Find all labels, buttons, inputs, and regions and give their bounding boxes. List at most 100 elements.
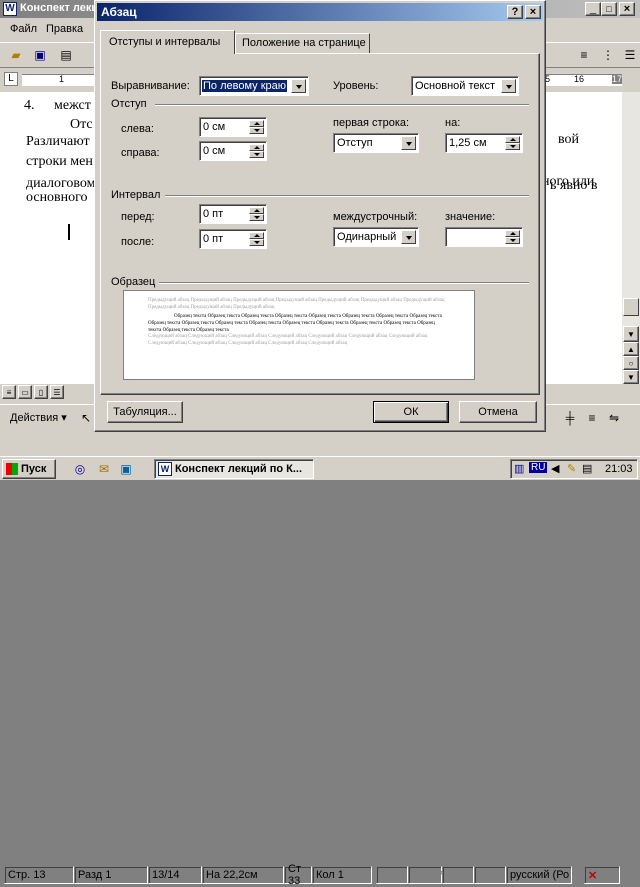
level-label: Уровень: [333, 80, 379, 92]
spelling-status-icon[interactable]: ✕ [584, 866, 620, 884]
browse-object-icon[interactable]: ○ [623, 356, 639, 370]
dash-style-icon[interactable]: ╪ [560, 408, 580, 428]
status-ext[interactable]: ВДП [442, 866, 474, 884]
level-select[interactable]: Основной текст [411, 76, 519, 96]
tray-language[interactable]: RU [529, 462, 548, 473]
browser-icon[interactable]: ◎ [70, 459, 90, 479]
prev-page-icon[interactable]: ▲ [623, 342, 639, 356]
shadow-icon[interactable]: ⇋ [604, 408, 624, 428]
scroll-down-icon[interactable]: ▼ [623, 326, 639, 342]
dialog-close-button[interactable]: × [525, 5, 541, 19]
spinner[interactable] [249, 120, 264, 134]
desktop-icon[interactable]: ▣ [116, 459, 136, 479]
bullets-icon[interactable]: ☰ [620, 45, 640, 65]
first-line-select[interactable]: Отступ [333, 133, 419, 153]
alignment-select[interactable]: По левому краю [199, 76, 309, 96]
right-indent-input[interactable]: 0 см [199, 141, 267, 161]
status-ovr[interactable]: ЗАМ [474, 866, 506, 884]
doc-text: Различают [26, 134, 90, 149]
spin-down-icon[interactable] [505, 237, 520, 244]
taskbar-word-task[interactable]: W Конспект лекций по К... [154, 459, 314, 479]
spin-up-icon[interactable] [249, 207, 264, 214]
indent-group-label: Отступ [111, 98, 147, 110]
tray-clock: 21:03 [605, 463, 633, 475]
ruler-number: 17 [612, 74, 623, 84]
help-button[interactable]: ? [507, 5, 523, 19]
spin-up-icon[interactable] [249, 144, 264, 151]
windows-logo-icon [6, 463, 18, 475]
cancel-button[interactable]: Отмена [459, 401, 537, 423]
before-input[interactable]: 0 пт [199, 204, 267, 224]
tray-network-icon[interactable]: ▤ [582, 462, 592, 475]
spin-down-icon[interactable] [249, 214, 264, 221]
outlook-icon[interactable]: ✉ [94, 459, 114, 479]
spinner[interactable] [249, 232, 264, 246]
tab-line-page-breaks[interactable]: Положение на странице [235, 33, 370, 53]
justify-icon[interactable]: ≡ [574, 45, 594, 65]
doc-text: ного или [542, 174, 595, 189]
by-label: на: [445, 117, 461, 129]
preview-previous-paragraph: Предыдущий абзац Предыдущий абзац Предыд… [148, 298, 445, 310]
right-indent-value: 0 см [203, 145, 226, 157]
maximize-button[interactable]: □ [601, 2, 617, 16]
spin-up-icon[interactable] [505, 136, 520, 143]
by-input[interactable]: 1,25 см [445, 133, 523, 153]
doc-text: вой [558, 132, 580, 147]
spinner[interactable] [249, 144, 264, 158]
spin-down-icon[interactable] [249, 239, 264, 246]
status-trk[interactable]: ИСПР [408, 866, 443, 884]
spin-up-icon[interactable] [249, 232, 264, 239]
scroll-thumb[interactable] [623, 298, 639, 316]
after-input[interactable]: 0 пт [199, 229, 267, 249]
open-icon[interactable]: ▰ [6, 45, 26, 65]
menu-file[interactable]: Файл [10, 23, 37, 35]
normal-view-icon[interactable]: ≡ [2, 385, 16, 399]
taskbar: Пуск ◎ ✉ ▣ W Конспект лекций по К... ▥ R… [0, 456, 640, 480]
spinner[interactable] [249, 207, 264, 221]
spin-down-icon[interactable] [249, 151, 264, 158]
doc-text: основного [26, 190, 88, 205]
left-indent-input[interactable]: 0 см [199, 117, 267, 137]
close-button[interactable]: × [619, 2, 635, 16]
chevron-down-icon[interactable] [291, 79, 306, 93]
by-value: 1,25 см [449, 137, 487, 149]
status-rec[interactable]: ЗАП [376, 866, 408, 884]
start-button[interactable]: Пуск [2, 459, 56, 479]
spin-down-icon[interactable] [249, 127, 264, 134]
line-spacing-select[interactable]: Одинарный [333, 227, 419, 247]
numbering-icon[interactable]: ⋮ [598, 45, 618, 65]
doc-text: строки мен [26, 154, 93, 169]
spin-up-icon[interactable] [505, 230, 520, 237]
tray-speaker-icon[interactable]: ◀ [551, 462, 559, 475]
outline-view-icon[interactable]: ☰ [50, 385, 64, 399]
tray-pen-icon[interactable]: ✎ [567, 462, 576, 475]
level-value: Основной текст [415, 80, 495, 92]
preview-divider [159, 282, 529, 284]
next-page-icon[interactable]: ▼ [623, 370, 639, 384]
menu-edit[interactable]: Правка [46, 23, 83, 35]
spacing-at-input[interactable] [445, 227, 523, 247]
minimize-button[interactable]: _ [585, 2, 601, 16]
tabs-button[interactable]: Табуляция... [107, 401, 183, 423]
print-view-icon[interactable]: ▯ [34, 385, 48, 399]
tray-app-icon[interactable]: ▥ [514, 462, 524, 475]
print-icon[interactable]: ▤ [56, 45, 76, 65]
chevron-down-icon[interactable] [501, 79, 516, 93]
vertical-scrollbar[interactable]: ▼ ▲ ○ ▼ [622, 92, 640, 384]
select-objects-icon[interactable]: ↖ [76, 408, 96, 428]
web-view-icon[interactable]: ▭ [18, 385, 32, 399]
chevron-down-icon[interactable] [401, 230, 416, 244]
ok-button[interactable]: ОК [373, 401, 449, 423]
chevron-down-icon[interactable] [401, 136, 416, 150]
alignment-value: По левому краю [202, 80, 287, 92]
spinner[interactable] [505, 230, 520, 244]
spin-down-icon[interactable] [505, 143, 520, 150]
spinner[interactable] [505, 136, 520, 150]
tab-selector[interactable]: L [4, 72, 18, 86]
word-task-icon: W [158, 462, 172, 476]
save-icon[interactable]: ▣ [30, 45, 50, 65]
tab-indents-spacing[interactable]: Отступы и интервалы [100, 30, 235, 54]
line-style-icon[interactable]: ≡ [582, 408, 602, 428]
actions-menu[interactable]: Действия ▾ [10, 411, 67, 424]
spin-up-icon[interactable] [249, 120, 264, 127]
